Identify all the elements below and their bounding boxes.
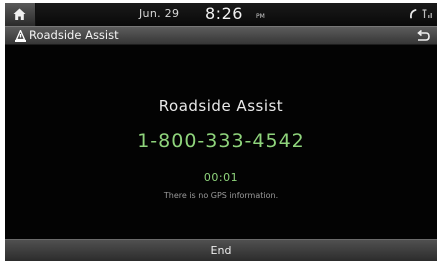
title-bar: Roadside Assist [5,26,437,45]
call-phone-number: 1-800-333-4542 [137,130,305,152]
phone-connected-icon [410,9,417,19]
status-ampm: PM [256,13,265,20]
status-bar: Jun. 29 8:26 PM [5,3,437,26]
home-button[interactable] [5,3,36,26]
home-icon [13,8,26,20]
roadside-assist-icon [15,30,26,42]
end-call-button[interactable]: End [5,239,437,261]
back-button[interactable] [413,28,435,44]
call-service-name: Roadside Assist [158,97,284,115]
signal-icon [422,9,432,18]
page-title: Roadside Assist [29,28,119,42]
gps-status-message: There is no GPS information. [163,191,279,200]
call-duration: 00:01 [203,171,239,184]
call-screen: Jun. 29 8:26 PM Roadside Assist Roadside… [5,3,437,261]
back-arrow-icon [417,30,430,41]
status-date: Jun. 29 [139,7,180,20]
status-time: 8:26 [205,4,243,23]
